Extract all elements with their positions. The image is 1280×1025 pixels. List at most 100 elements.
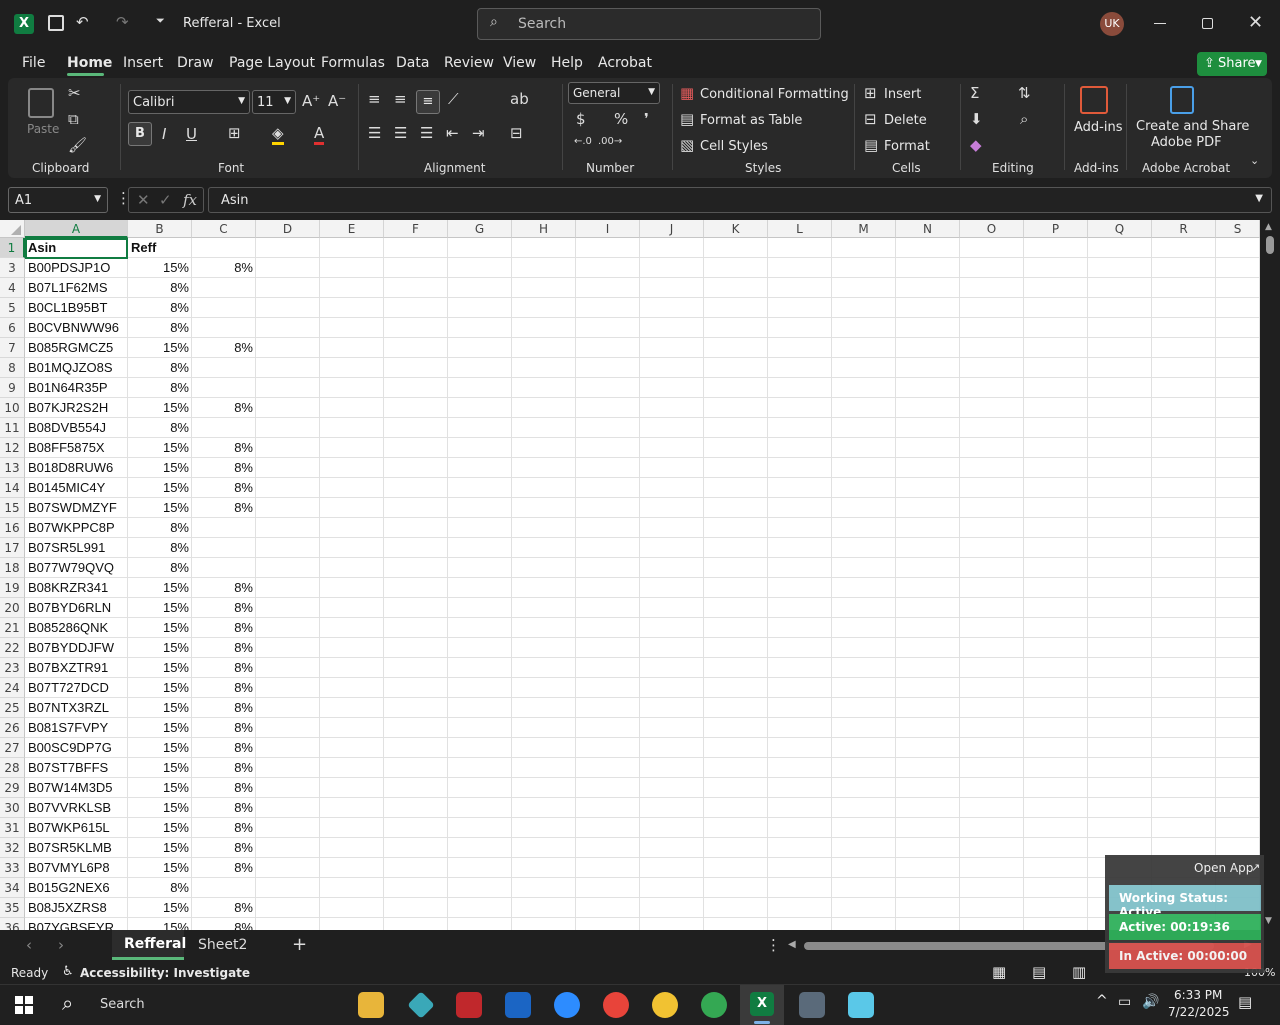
cell-b[interactable]: 15%: [128, 698, 192, 718]
cell-c[interactable]: 8%: [192, 778, 256, 798]
align-middle-icon[interactable]: ≡: [394, 90, 407, 108]
column-header[interactable]: Q: [1088, 220, 1152, 238]
column-header[interactable]: N: [896, 220, 960, 238]
align-top-icon[interactable]: ≡: [368, 90, 381, 108]
row-header[interactable]: 18: [0, 558, 25, 578]
menu-acrobat[interactable]: Acrobat: [598, 55, 652, 71]
cell-c[interactable]: 8%: [192, 618, 256, 638]
cell-c[interactable]: [192, 538, 256, 558]
cell-c[interactable]: 8%: [192, 638, 256, 658]
decrease-font-icon[interactable]: A⁻: [328, 92, 346, 110]
cell-a[interactable]: B07YGBSEYR: [25, 918, 128, 930]
search-box[interactable]: ⌕ Search: [477, 8, 821, 40]
cell-b[interactable]: 15%: [128, 598, 192, 618]
align-center-icon[interactable]: ☰: [394, 124, 407, 142]
cell-b[interactable]: 8%: [128, 358, 192, 378]
cell-b[interactable]: 15%: [128, 678, 192, 698]
redo-icon[interactable]: ↷: [116, 13, 129, 31]
row-header[interactable]: 23: [0, 658, 25, 678]
autosum-icon[interactable]: Σ: [970, 84, 979, 102]
row-header[interactable]: 34: [0, 878, 25, 898]
cell-styles-button[interactable]: Cell Styles: [700, 139, 768, 154]
insert-function-icon[interactable]: fx: [183, 191, 197, 209]
next-sheet-icon[interactable]: ›: [58, 936, 64, 954]
clock-time[interactable]: 6:33 PM: [1174, 988, 1222, 1002]
addins-button[interactable]: Add-ins: [1074, 120, 1122, 135]
fill-color-icon[interactable]: ◈: [272, 124, 284, 145]
outlook-icon[interactable]: [505, 992, 531, 1018]
cell-c[interactable]: [192, 518, 256, 538]
row-header[interactable]: 9: [0, 378, 25, 398]
cell-a[interactable]: B0145MIC4Y: [25, 478, 128, 498]
cell-c[interactable]: [192, 358, 256, 378]
cell-a[interactable]: B0CL1B95BT: [25, 298, 128, 318]
cell-c[interactable]: [192, 558, 256, 578]
accessibility-status[interactable]: Accessibility: Investigate: [80, 966, 250, 980]
column-header[interactable]: K: [704, 220, 768, 238]
cell-c[interactable]: 8%: [192, 478, 256, 498]
addins-icon[interactable]: [1080, 86, 1108, 114]
cell-b[interactable]: 15%: [128, 478, 192, 498]
menu-formulas[interactable]: Formulas: [321, 55, 385, 71]
cell-c[interactable]: 8%: [192, 578, 256, 598]
conditional-formatting-button[interactable]: Conditional Formatting: [700, 87, 849, 102]
column-header[interactable]: R: [1152, 220, 1216, 238]
row-header[interactable]: 13: [0, 458, 25, 478]
cell-a[interactable]: B07ST7BFFS: [25, 758, 128, 778]
cell-a[interactable]: B08KRZR341: [25, 578, 128, 598]
notifications-icon[interactable]: ▤: [1238, 993, 1252, 1011]
format-cells-button[interactable]: Format: [884, 139, 930, 154]
cell-b[interactable]: 15%: [128, 898, 192, 918]
cell-b[interactable]: 15%: [128, 818, 192, 838]
increase-indent-icon[interactable]: ⇥: [472, 124, 485, 142]
cell-a[interactable]: B08DVB554J: [25, 418, 128, 438]
cell-c[interactable]: 8%: [192, 498, 256, 518]
cell-a[interactable]: B07T727DCD: [25, 678, 128, 698]
name-box[interactable]: A1 ▼: [8, 187, 108, 213]
vertical-scroll-thumb[interactable]: [1266, 236, 1274, 254]
cell-b[interactable]: 15%: [128, 858, 192, 878]
vertical-scrollbar[interactable]: ▲ ▼: [1260, 220, 1280, 930]
restore-button[interactable]: [1202, 18, 1213, 29]
row-header[interactable]: 20: [0, 598, 25, 618]
cell-c[interactable]: [192, 298, 256, 318]
row-header[interactable]: 15: [0, 498, 25, 518]
calculator-icon[interactable]: [799, 992, 825, 1018]
cell-c[interactable]: 8%: [192, 598, 256, 618]
cell-a[interactable]: B0CVBNWW96: [25, 318, 128, 338]
cell-a[interactable]: B015G2NEX6: [25, 878, 128, 898]
cell-a[interactable]: B07VVRKLSB: [25, 798, 128, 818]
delete-cells-icon[interactable]: ⊟: [864, 110, 877, 128]
row-header[interactable]: 22: [0, 638, 25, 658]
cell-b[interactable]: 8%: [128, 518, 192, 538]
cell-a[interactable]: B01MQJZO8S: [25, 358, 128, 378]
menu-file[interactable]: File: [22, 55, 45, 71]
network-icon[interactable]: ▭: [1118, 994, 1131, 1010]
cell-a[interactable]: B085286QNK: [25, 618, 128, 638]
cell-b[interactable]: 8%: [128, 298, 192, 318]
underline-button[interactable]: U: [186, 125, 197, 143]
menu-view[interactable]: View: [503, 55, 536, 71]
cell-c[interactable]: 8%: [192, 818, 256, 838]
column-header[interactable]: M: [832, 220, 896, 238]
row-header[interactable]: 36: [0, 918, 25, 930]
row-header[interactable]: 7: [0, 338, 25, 358]
column-header[interactable]: H: [512, 220, 576, 238]
cell-a[interactable]: B077W79QVQ: [25, 558, 128, 578]
clear-icon[interactable]: ◆: [970, 136, 982, 154]
row-header[interactable]: 32: [0, 838, 25, 858]
app-diamond-icon[interactable]: [407, 991, 435, 1019]
row-header[interactable]: 24: [0, 678, 25, 698]
row-header[interactable]: 12: [0, 438, 25, 458]
comma-icon[interactable]: ❜: [644, 110, 649, 128]
cell-a[interactable]: B07KJR2S2H: [25, 398, 128, 418]
row-header[interactable]: 29: [0, 778, 25, 798]
font-color-icon[interactable]: A: [314, 124, 325, 145]
cell-b[interactable]: 15%: [128, 618, 192, 638]
cell-c[interactable]: [192, 378, 256, 398]
cell-b[interactable]: 8%: [128, 558, 192, 578]
format-cells-icon[interactable]: ▤: [864, 136, 878, 154]
cell-c[interactable]: 8%: [192, 458, 256, 478]
cancel-icon[interactable]: ✕: [137, 191, 150, 209]
percent-icon[interactable]: %: [614, 110, 628, 128]
